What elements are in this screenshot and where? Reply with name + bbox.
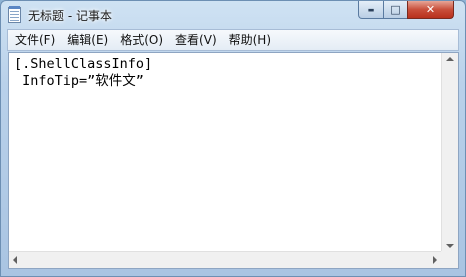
scroll-up-icon[interactable] — [446, 57, 454, 61]
menu-help[interactable]: 帮助(H) — [222, 30, 276, 50]
vertical-scrollbar[interactable] — [441, 53, 458, 252]
menu-file[interactable]: 文件(F) — [8, 30, 60, 50]
scroll-left-icon[interactable] — [13, 256, 17, 264]
horizontal-scrollbar[interactable] — [9, 251, 441, 268]
menu-bar: 文件(F) 编辑(E) 格式(O) 查看(V) 帮助(H) — [7, 29, 459, 51]
text-editor[interactable]: [.ShellClassInfo] InfoTip=”软件文” — [8, 52, 459, 269]
menu-format[interactable]: 格式(O) — [113, 30, 168, 50]
minimize-icon: ▬ — [367, 5, 375, 14]
notepad-icon[interactable] — [8, 6, 21, 23]
editor-content[interactable]: [.ShellClassInfo] InfoTip=”软件文” — [14, 56, 152, 90]
title-bar[interactable]: 无标题 - 记事本 ▬ □ ✕ — [1, 1, 465, 29]
scroll-right-icon[interactable] — [433, 256, 437, 264]
notepad-window: 无标题 - 记事本 ▬ □ ✕ 文件(F) 编辑(E) 格式(O) 查看(V) … — [0, 0, 466, 277]
close-button[interactable]: ✕ — [407, 1, 454, 19]
maximize-button[interactable]: □ — [383, 1, 408, 19]
minimize-button[interactable]: ▬ — [358, 1, 384, 19]
window-title: 无标题 - 记事本 — [28, 9, 112, 23]
menu-edit[interactable]: 编辑(E) — [60, 30, 113, 50]
maximize-icon: □ — [390, 3, 401, 16]
scroll-down-icon[interactable] — [446, 244, 454, 248]
close-icon: ✕ — [425, 3, 436, 16]
editor-line-1: [.ShellClassInfo] — [14, 56, 153, 72]
menu-view[interactable]: 查看(V) — [168, 30, 222, 50]
editor-line-2: InfoTip=”软件文” — [14, 73, 144, 89]
scrollbar-corner — [441, 251, 458, 268]
